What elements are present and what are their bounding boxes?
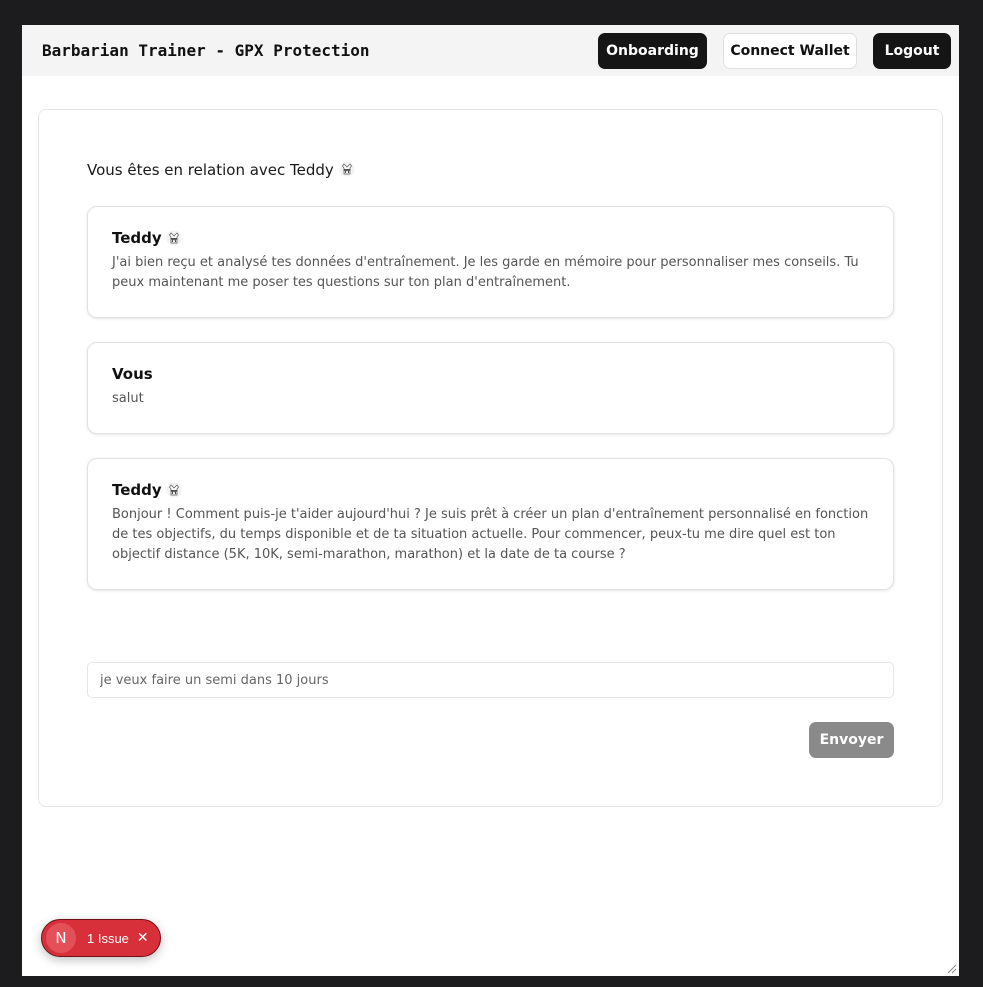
message-text: J'ai bien reçu et analysé tes données d'…	[112, 255, 859, 290]
close-icon[interactable]: ✕	[137, 930, 149, 946]
martial-arts-uniform-icon	[166, 482, 182, 498]
martial-arts-uniform-icon	[339, 161, 355, 177]
browser-viewport: Barbarian Trainer - GPX Protection Onboa…	[22, 25, 959, 976]
send-button[interactable]: Envoyer	[809, 722, 894, 758]
onboarding-button[interactable]: Onboarding	[598, 33, 707, 69]
resize-grip-icon[interactable]	[945, 962, 957, 974]
martial-arts-uniform-icon	[166, 230, 182, 246]
chat-message: Vous salut	[87, 342, 894, 434]
message-text: salut	[112, 391, 144, 406]
dev-issues-badge[interactable]: N 1 Issue ✕	[41, 919, 161, 957]
nextjs-logo-icon: N	[46, 923, 76, 953]
chat-card: Vous êtes en relation avec Teddy Teddy J…	[38, 109, 943, 807]
connect-wallet-button[interactable]: Connect Wallet	[723, 33, 857, 69]
message-author-name: Teddy	[112, 229, 162, 247]
message-author-name: Teddy	[112, 481, 162, 499]
message-author: Teddy	[112, 481, 869, 499]
message-text: Bonjour ! Comment puis-je t'aider aujour…	[112, 507, 869, 562]
message-author-name: Vous	[112, 365, 153, 383]
logo-letter: N	[55, 929, 67, 947]
chat-message: Teddy Bonjour ! Comment puis-je t'aider …	[87, 458, 894, 590]
issue-count-label[interactable]: 1 Issue	[87, 931, 129, 946]
message-author: Vous	[112, 365, 869, 383]
relation-heading: Vous êtes en relation avec Teddy	[87, 161, 355, 179]
chat-message: Teddy J'ai bien reçu et analysé tes donn…	[87, 206, 894, 318]
app-title: Barbarian Trainer - GPX Protection	[42, 41, 370, 60]
top-nav-bar: Barbarian Trainer - GPX Protection Onboa…	[22, 25, 959, 76]
message-author: Teddy	[112, 229, 869, 247]
message-input[interactable]	[87, 662, 894, 698]
logout-button[interactable]: Logout	[873, 33, 951, 69]
relation-text: Vous êtes en relation avec Teddy	[87, 161, 334, 179]
